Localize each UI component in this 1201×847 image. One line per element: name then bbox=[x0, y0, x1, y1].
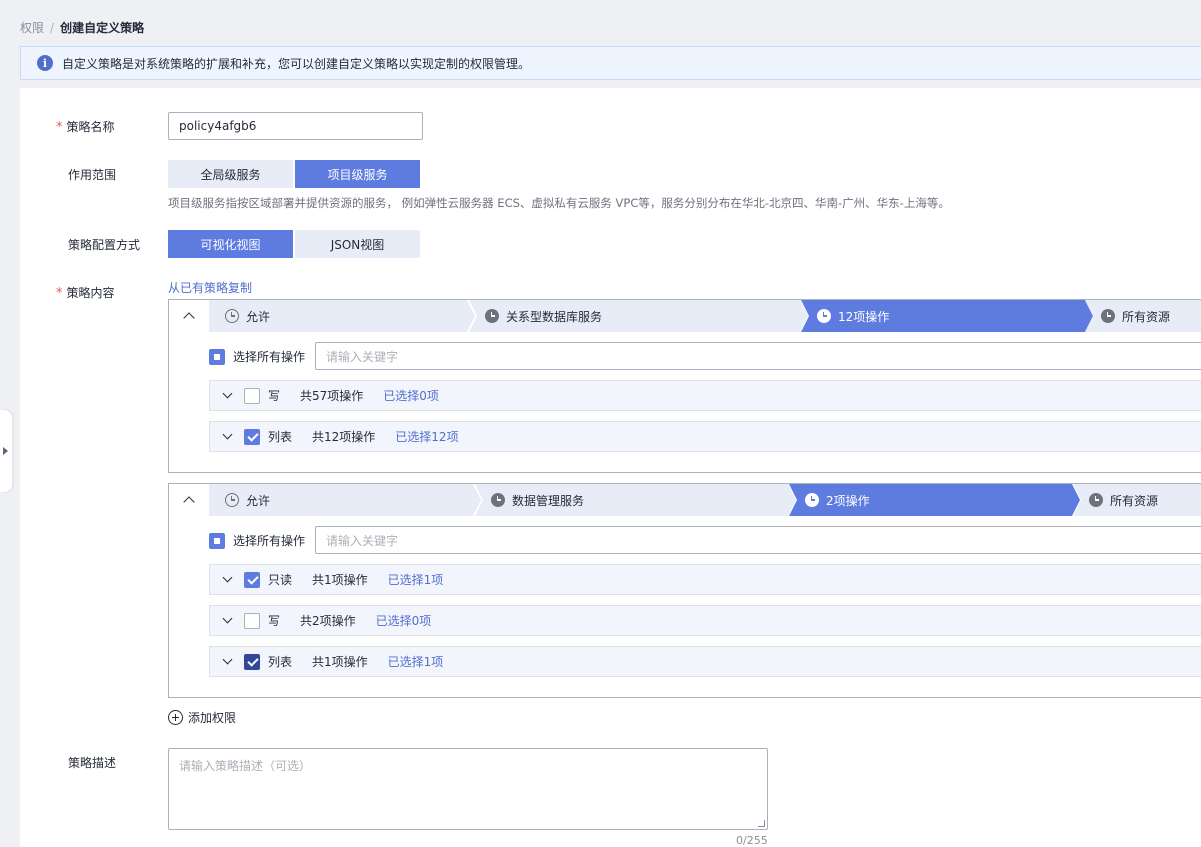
json-view-button[interactable]: JSON视图 bbox=[295, 230, 420, 258]
clock-icon bbox=[485, 309, 499, 323]
group-checkbox[interactable] bbox=[244, 653, 260, 670]
step-actions[interactable]: 12项操作 bbox=[801, 300, 1093, 332]
config-mode-toggle: 可视化视图 JSON视图 bbox=[168, 230, 420, 258]
group-checkbox[interactable] bbox=[244, 612, 260, 629]
group-name: 写 bbox=[268, 614, 281, 628]
clock-icon bbox=[805, 493, 819, 507]
description-counter: 0/255 bbox=[736, 834, 768, 847]
group-checkbox[interactable] bbox=[244, 387, 260, 404]
clock-icon bbox=[817, 309, 831, 323]
scope-hint: 项目级服务指按区域部署并提供资源的服务， 例如弹性云服务器 ECS、虚拟私有云服… bbox=[168, 196, 950, 210]
collapse-button[interactable] bbox=[177, 490, 201, 510]
step-service[interactable]: 关系型数据库服务 bbox=[469, 300, 808, 332]
action-search-input[interactable]: 请输入关键字 bbox=[315, 526, 1201, 554]
group-checkbox[interactable] bbox=[244, 571, 260, 588]
clock-icon bbox=[1101, 309, 1115, 323]
permission-block: 允许 数据管理服务 2项操作 所有资源 选择所有操作 请输入关键字 只读 共1项… bbox=[168, 483, 1201, 698]
plus-circle-icon bbox=[168, 710, 183, 725]
group-count: 共1项操作 bbox=[312, 573, 368, 587]
group-selected-count: 已选择1项 bbox=[387, 655, 444, 669]
policy-content-label: * 策略内容 bbox=[56, 286, 115, 301]
group-selected-count: 已选择12项 bbox=[395, 430, 459, 444]
chevron-down-icon[interactable] bbox=[220, 655, 234, 669]
group-selected-count: 已选择0项 bbox=[383, 389, 439, 403]
step-actions[interactable]: 2项操作 bbox=[789, 484, 1080, 516]
permission-steps: 允许 关系型数据库服务 12项操作 所有资源 bbox=[209, 300, 1201, 332]
scope-global-button[interactable]: 全局级服务 bbox=[168, 160, 293, 188]
policy-name-label: * 策略名称 bbox=[56, 120, 115, 135]
scope-project-button[interactable]: 项目级服务 bbox=[295, 160, 420, 188]
group-count: 共12项操作 bbox=[312, 430, 376, 444]
chevron-down-icon[interactable] bbox=[220, 614, 234, 628]
breadcrumb-separator: / bbox=[50, 20, 55, 35]
group-selected-count: 已选择0项 bbox=[375, 614, 432, 628]
group-count: 共2项操作 bbox=[300, 614, 356, 628]
copy-from-policy-link[interactable]: 从已有策略复制 bbox=[168, 279, 252, 296]
group-name: 写 bbox=[268, 389, 281, 403]
action-group-row[interactable]: 只读 共1项操作 已选择1项 bbox=[209, 564, 1201, 595]
breadcrumb: 权限 / 创建自定义策略 bbox=[20, 19, 144, 36]
clock-icon bbox=[1089, 493, 1103, 507]
action-group-row[interactable]: 写 共57项操作 已选择0项 bbox=[209, 380, 1201, 411]
description-textarea[interactable]: 请输入策略描述（可选） bbox=[168, 748, 768, 830]
visual-view-button[interactable]: 可视化视图 bbox=[168, 230, 293, 258]
page-title: 创建自定义策略 bbox=[60, 21, 145, 35]
description-placeholder: 请输入策略描述（可选） bbox=[179, 759, 312, 773]
breadcrumb-permissions-link[interactable]: 权限 bbox=[20, 19, 44, 36]
scope-label: 作用范围 bbox=[68, 168, 117, 182]
select-all-checkbox[interactable] bbox=[209, 348, 225, 365]
step-service[interactable]: 数据管理服务 bbox=[475, 484, 796, 516]
action-search-input[interactable]: 请输入关键字 bbox=[315, 342, 1201, 370]
step-effect[interactable]: 允许 bbox=[209, 484, 481, 516]
select-all-actions[interactable]: 选择所有操作 bbox=[209, 532, 305, 549]
permission-block: 允许 关系型数据库服务 12项操作 所有资源 选择所有操作 请输入关键字 写 共… bbox=[168, 299, 1201, 473]
add-permission-label: 添加权限 bbox=[188, 711, 237, 725]
chevron-down-icon[interactable] bbox=[220, 389, 234, 403]
group-selected-count: 已选择1项 bbox=[387, 573, 444, 587]
chevron-down-icon[interactable] bbox=[220, 430, 234, 444]
step-resources[interactable]: 所有资源 bbox=[1073, 484, 1201, 516]
group-checkbox[interactable] bbox=[244, 428, 260, 445]
select-all-label: 选择所有操作 bbox=[233, 350, 306, 364]
clock-icon bbox=[225, 309, 239, 323]
clock-icon bbox=[225, 493, 239, 507]
sidebar-toggle-handle[interactable] bbox=[0, 410, 12, 492]
select-all-checkbox[interactable] bbox=[209, 532, 225, 549]
info-icon: i bbox=[37, 55, 53, 71]
action-group-row[interactable]: 列表 共1项操作 已选择1项 bbox=[209, 646, 1201, 677]
select-all-actions[interactable]: 选择所有操作 bbox=[209, 348, 305, 365]
description-label: 策略描述 bbox=[68, 756, 117, 770]
step-effect[interactable]: 允许 bbox=[209, 300, 475, 332]
required-mark: * bbox=[56, 120, 63, 135]
action-group-row[interactable]: 列表 共12项操作 已选择12项 bbox=[209, 421, 1201, 452]
config-mode-label: 策略配置方式 bbox=[68, 238, 141, 252]
scope-toggle: 全局级服务 项目级服务 bbox=[168, 160, 420, 188]
info-banner: i 自定义策略是对系统策略的扩展和补充，您可以创建自定义策略以实现定制的权限管理… bbox=[20, 46, 1201, 80]
group-name: 列表 bbox=[268, 430, 293, 444]
group-name: 只读 bbox=[268, 573, 293, 587]
step-resources[interactable]: 所有资源 bbox=[1085, 300, 1201, 332]
permission-steps: 允许 数据管理服务 2项操作 所有资源 bbox=[209, 484, 1201, 516]
chevron-down-icon[interactable] bbox=[220, 573, 234, 587]
action-group-row[interactable]: 写 共2项操作 已选择0项 bbox=[209, 605, 1201, 636]
collapse-button[interactable] bbox=[177, 306, 201, 326]
info-text: 自定义策略是对系统策略的扩展和补充，您可以创建自定义策略以实现定制的权限管理。 bbox=[62, 56, 531, 71]
required-mark: * bbox=[56, 286, 63, 301]
select-all-label: 选择所有操作 bbox=[233, 534, 306, 548]
group-count: 共1项操作 bbox=[312, 655, 368, 669]
resize-handle[interactable] bbox=[758, 820, 765, 827]
group-name: 列表 bbox=[268, 655, 293, 669]
add-permission-button[interactable]: 添加权限 bbox=[168, 709, 236, 726]
clock-icon bbox=[491, 493, 505, 507]
group-count: 共57项操作 bbox=[300, 389, 364, 403]
policy-name-input[interactable]: policy4afgb6 bbox=[168, 112, 423, 140]
